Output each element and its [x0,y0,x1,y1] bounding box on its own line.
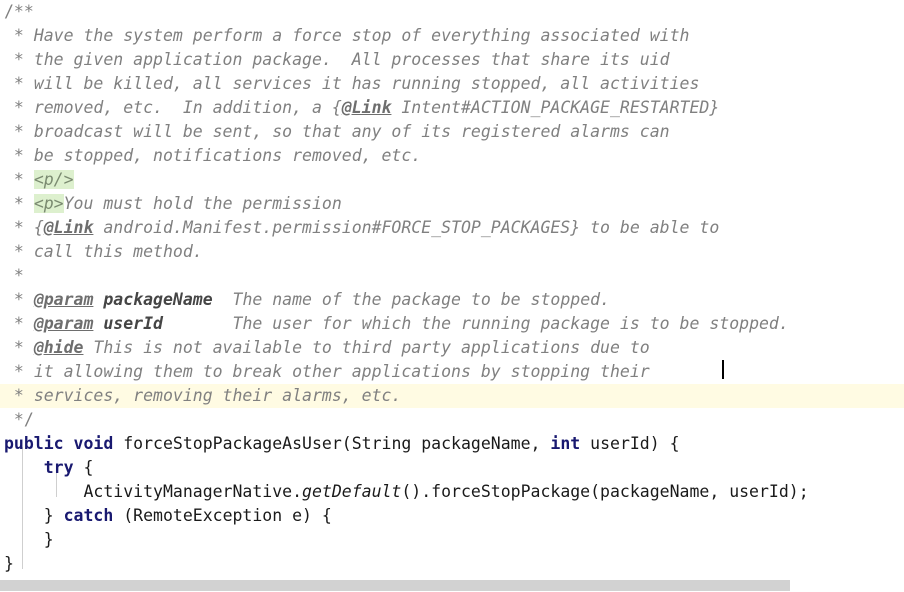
comment-text: call this method. [33,242,203,261]
comment-star: * [4,194,34,213]
code-text: ().forceStopPackage(packageName, userId)… [401,482,809,501]
code-line[interactable]: } [0,528,904,552]
comment-delimiter: /** [4,2,34,21]
code-line[interactable]: } catch (RemoteException e) { [0,504,904,528]
comment-star: * [4,122,34,141]
comment-line[interactable]: * @param userId The user for which the r… [0,312,904,336]
comment-text: removed, etc. In addition, a { [33,98,342,117]
javadoc-html-tag: <p/> [33,170,74,189]
comment-star: * [4,314,34,333]
code-text: { [73,458,94,477]
comment-star: * [4,290,34,309]
comment-line[interactable]: * {@Link android.Manifest.permission#FOR… [0,216,904,240]
comment-text: The user for which the running package i… [162,314,789,333]
comment-text: Intent#ACTION_PACKAGE_RESTARTED} [391,98,720,117]
comment-text: services, removing their alarms, etc. [33,386,402,405]
code-text: forceStopPackageAsUser(String packageNam… [113,434,551,453]
comment-text: will be killed, all services it has runn… [33,74,700,93]
comment-star: * [4,98,34,117]
code-text: ActivityManagerNative. [83,482,303,501]
comment-line[interactable]: * it allowing them to break other applic… [0,360,904,384]
comment-line[interactable]: * @hide This is not available to third p… [0,336,904,360]
comment-text: the given application package. All proce… [33,50,670,69]
code-text: } [43,530,54,549]
comment-line[interactable]: /** [0,0,904,24]
code-lines-container[interactable]: /** * Have the system perform a force st… [0,0,904,576]
javadoc-link-tag: @Link [341,98,392,117]
comment-line[interactable]: * will be killed, all services it has ru… [0,72,904,96]
comment-text: android.Manifest.permission#FORCE_STOP_P… [93,218,720,237]
comment-line[interactable]: * <p>You must hold the permission [0,192,904,216]
comment-text: Have the system perform a force stop of … [33,26,690,45]
javadoc-block-tag: @param [33,314,94,333]
code-keyword: try [43,458,74,477]
code-text: } [43,506,64,525]
horizontal-scrollbar-track[interactable] [0,580,904,592]
comment-text: The name of the package to be stopped. [212,290,611,309]
javadoc-param-name: packageName [93,290,213,309]
comment-line[interactable]: * @param packageName The name of the pac… [0,288,904,312]
horizontal-scrollbar-thumb[interactable] [0,580,790,591]
comment-line[interactable]: * <p/> [0,168,904,192]
comment-star: * [4,386,34,405]
comment-star: * [4,146,34,165]
comment-star: * [4,50,34,69]
comment-text: { [33,218,44,237]
comment-star: * [4,26,34,45]
code-editor-viewport[interactable]: /** * Have the system perform a force st… [0,0,904,580]
comment-text: be stopped, notifications removed, etc. [33,146,422,165]
javadoc-block-tag: @hide [33,338,84,357]
code-text: (RemoteException e) { [113,506,332,525]
comment-star: * [4,74,34,93]
comment-text: broadcast will be sent, so that any of i… [33,122,670,141]
javadoc-html-tag: <p> [33,194,64,213]
comment-star: * [4,218,34,237]
comment-star: * [4,266,24,285]
comment-line[interactable]: */ [0,408,904,432]
javadoc-param-name: userId [93,314,163,333]
code-line[interactable]: } [0,552,904,576]
comment-text: it allowing them to break other applicat… [33,362,650,381]
code-keyword: void [73,434,114,453]
comment-line[interactable]: * call this method. [0,240,904,264]
code-line[interactable]: public void forceStopPackageAsUser(Strin… [0,432,904,456]
code-method-name: getDefault [302,482,402,501]
javadoc-link-tag: @Link [43,218,94,237]
text-caret [722,360,724,379]
comment-line[interactable]: * Have the system perform a force stop o… [0,24,904,48]
comment-star: * [4,338,34,357]
code-line[interactable]: ActivityManagerNative.getDefault().force… [0,480,904,504]
comment-star: * [4,242,34,261]
code-keyword: catch [63,506,114,525]
javadoc-block-tag: @param [33,290,94,309]
comment-star: * [4,362,34,381]
comment-line[interactable]: * [0,264,904,288]
code-text: userId) { [580,434,680,453]
comment-line[interactable]: * broadcast will be sent, so that any of… [0,120,904,144]
code-keyword: public [4,434,64,453]
comment-delimiter: */ [4,410,34,429]
comment-line[interactable]: * removed, etc. In addition, a {@Link In… [0,96,904,120]
comment-text: This is not available to third party app… [83,338,650,357]
comment-text: You must hold the permission [63,194,342,213]
code-line[interactable]: try { [0,456,904,480]
comment-line[interactable]: * the given application package. All pro… [0,48,904,72]
comment-star: * [4,170,34,189]
comment-line[interactable]: * services, removing their alarms, etc. [0,384,904,408]
comment-line[interactable]: * be stopped, notifications removed, etc… [0,144,904,168]
code-keyword: int [550,434,581,453]
code-text: } [4,554,14,573]
